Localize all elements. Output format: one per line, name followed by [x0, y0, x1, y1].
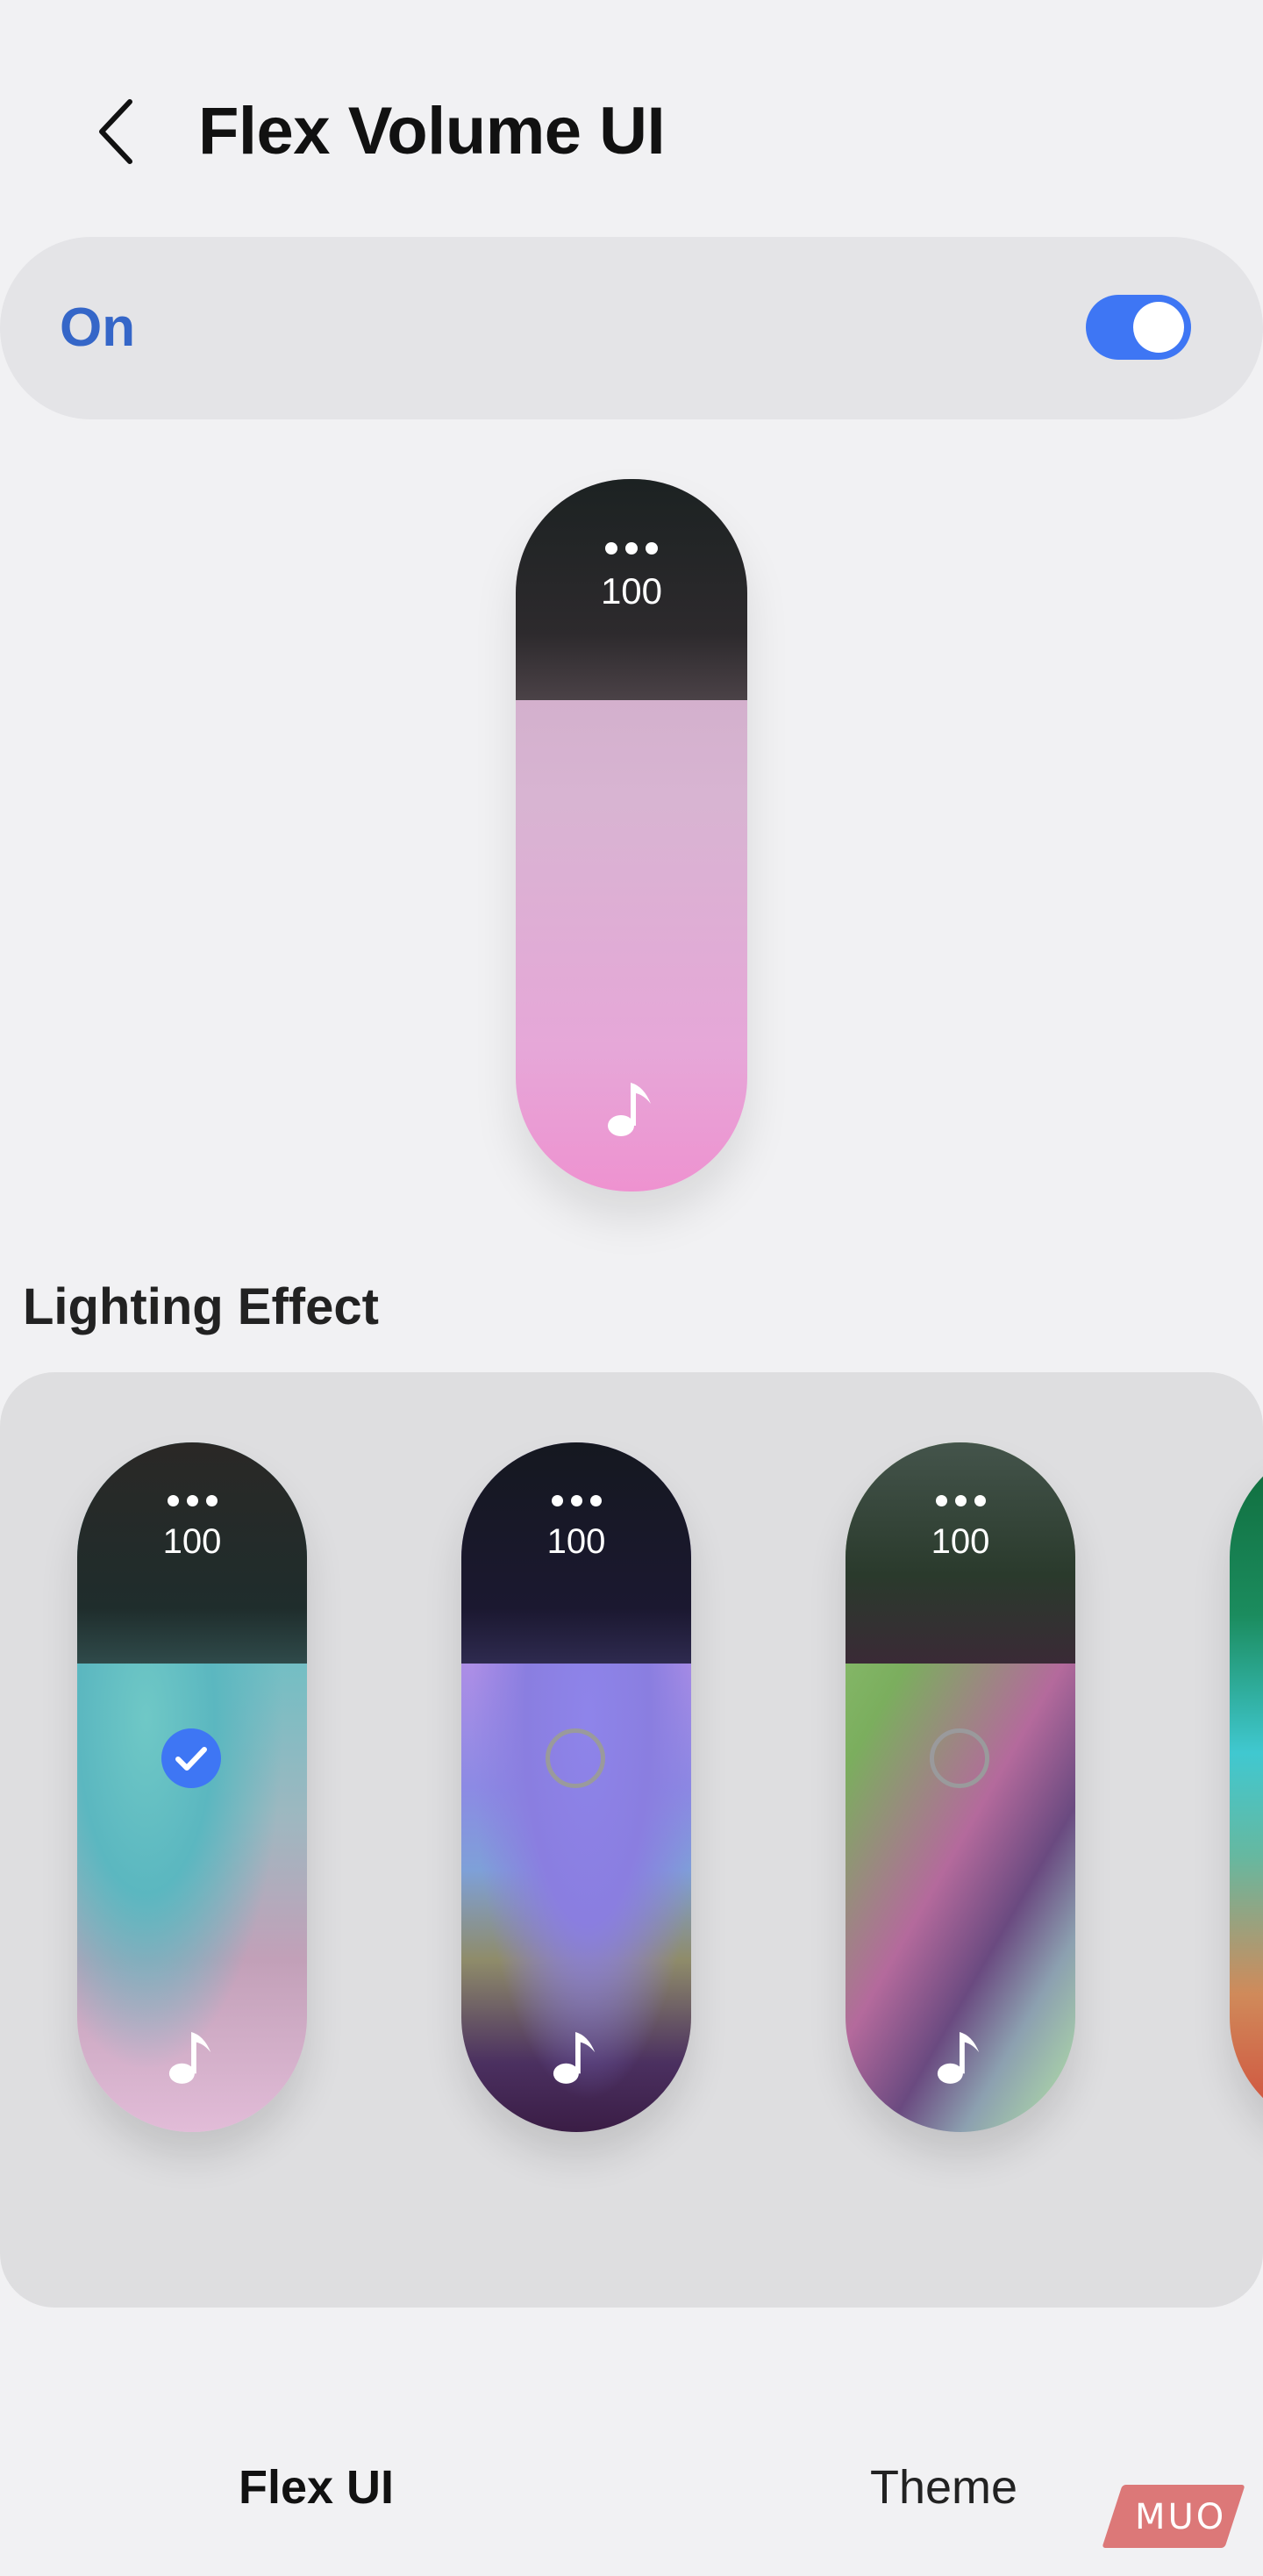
- volume-preview: 100: [516, 479, 747, 1191]
- toggle-knob: [1133, 302, 1184, 353]
- effect-volume-value: 100: [931, 1522, 990, 1561]
- tab-flex-ui[interactable]: Flex UI: [239, 2457, 394, 2518]
- header: Flex Volume UI: [0, 0, 1263, 228]
- page-title: Flex Volume UI: [198, 94, 666, 168]
- master-switch-label: On: [60, 297, 136, 358]
- tab-theme[interactable]: Theme: [870, 2457, 1017, 2518]
- back-button[interactable]: [88, 88, 144, 175]
- effect-radio-3[interactable]: [930, 1728, 989, 1788]
- lighting-effect-option-4[interactable]: [1230, 1442, 1263, 2132]
- more-horizontal-icon: [846, 1495, 1075, 1506]
- music-note-icon: [937, 2031, 980, 2084]
- more-horizontal-icon: [77, 1495, 307, 1506]
- check-icon: [175, 1747, 207, 1771]
- master-switch-row[interactable]: On: [0, 237, 1263, 419]
- effect-volume-value: 100: [162, 1522, 222, 1561]
- music-note-icon: [553, 2031, 596, 2084]
- effect-radio-2[interactable]: [546, 1728, 605, 1788]
- watermark-text: MUO: [1135, 2497, 1227, 2537]
- effect-volume-value: 100: [546, 1522, 606, 1561]
- bottom-tab-bar: Flex UI Theme: [0, 2404, 1263, 2562]
- master-toggle[interactable]: [1086, 295, 1191, 360]
- music-note-icon: [168, 2031, 211, 2084]
- lighting-effect-panel: 100 100 100: [0, 1372, 1263, 2308]
- lighting-effect-title: Lighting Effect: [23, 1278, 379, 1335]
- effect-radio-1-selected[interactable]: [161, 1728, 221, 1788]
- more-horizontal-icon: [516, 542, 747, 555]
- chevron-left-icon: [99, 99, 132, 164]
- music-note-icon: [608, 1083, 651, 1136]
- preview-volume-value: 100: [600, 570, 663, 612]
- more-horizontal-icon: [461, 1495, 691, 1506]
